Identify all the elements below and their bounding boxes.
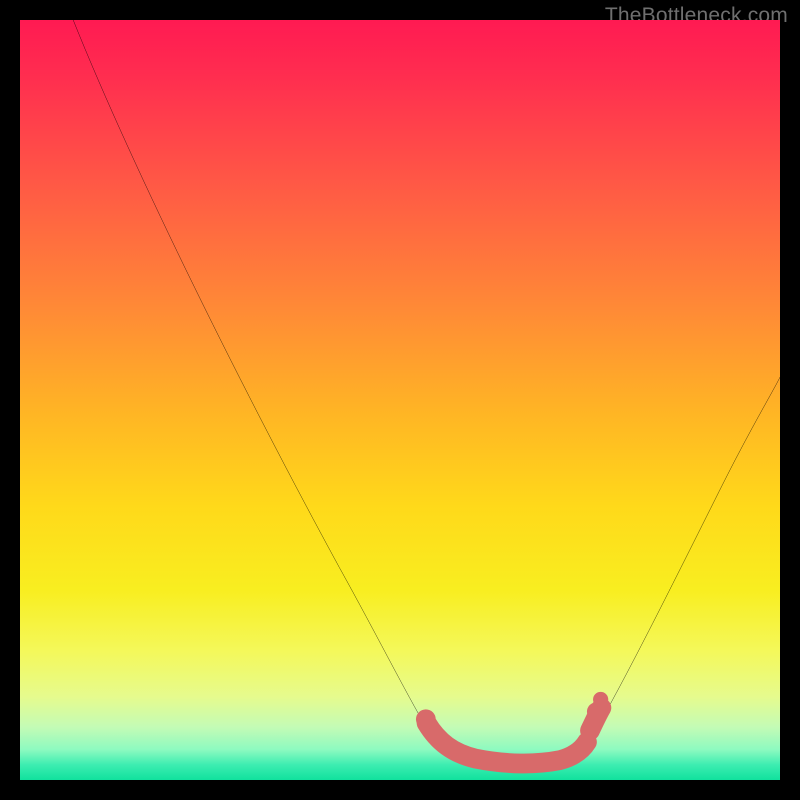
chart-stage: TheBottleneck.com	[0, 0, 800, 800]
curve-right	[598, 377, 780, 727]
curve-left	[73, 20, 430, 734]
trough-dot-a	[416, 709, 436, 729]
plot-area	[20, 20, 780, 780]
trough-dot-c	[593, 692, 608, 707]
chart-overlay-svg	[20, 20, 780, 780]
trough-marker-band	[427, 708, 602, 764]
